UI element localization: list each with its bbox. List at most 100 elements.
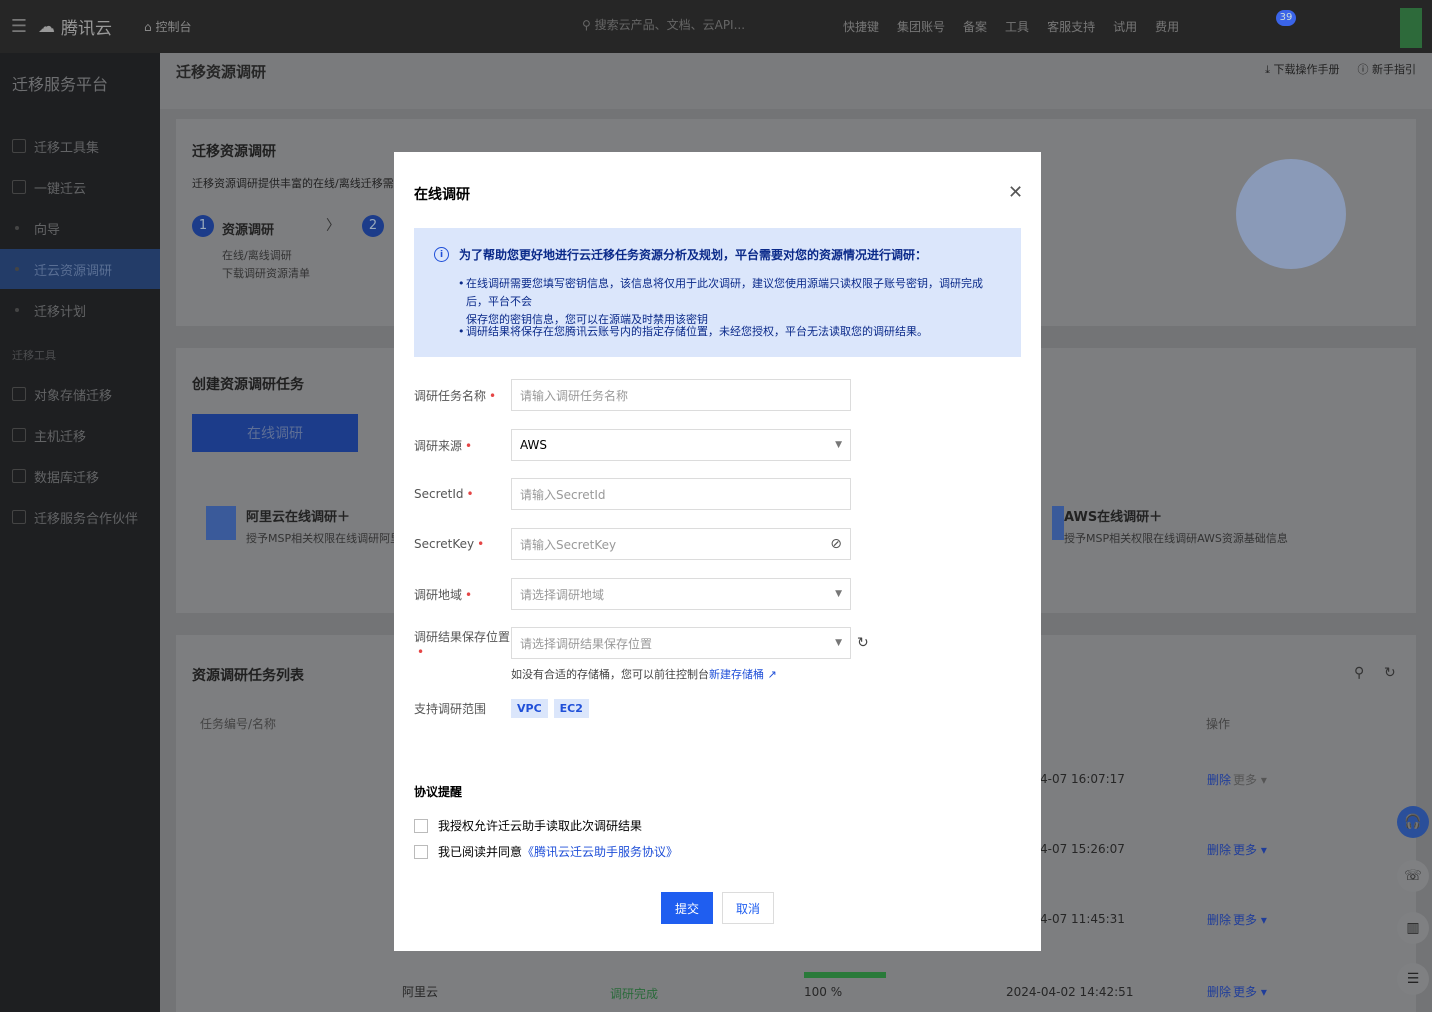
grid-icon — [12, 139, 26, 153]
sidebar-title: 迁移服务平台 — [12, 75, 109, 94]
close-icon[interactable]: ✕ — [1008, 182, 1023, 203]
secret-id-label: SecretId — [414, 487, 464, 501]
sidebar-item-one-click[interactable]: 一键迁云 — [0, 167, 160, 207]
task-name-input[interactable]: 请输入调研任务名称 — [511, 379, 851, 411]
nav-filing[interactable]: 备案 — [963, 18, 987, 35]
service-agreement-link[interactable]: 《腾讯云迁云助手服务协议》 — [522, 843, 678, 860]
secret-id-input[interactable]: 请输入SecretId — [511, 478, 851, 510]
search-icon: ⚲ — [582, 18, 595, 32]
server-icon — [12, 428, 26, 442]
sidebar-item-cos[interactable]: 对象存储迁移 — [0, 374, 160, 414]
row3-more[interactable]: 更多 ▾ — [1233, 911, 1267, 928]
secret-key-label: SecretKey — [414, 537, 475, 551]
notification-badge[interactable]: 39 — [1276, 10, 1296, 26]
intro-title: 迁移资源调研 — [192, 144, 276, 160]
create-bucket-link[interactable]: 新建存储桶 — [709, 668, 764, 681]
intro-desc: 迁移资源调研提供丰富的在线/离线迁移需求调研 — [192, 177, 427, 190]
field-region: 调研地域 • 请选择调研地域 ▼ — [414, 578, 1034, 610]
logo[interactable]: ☁ 腾讯云 — [38, 14, 138, 40]
hamburger-menu-icon[interactable]: ☰ — [0, 0, 38, 53]
field-secret-id: SecretId • 请输入SecretId — [414, 478, 1034, 510]
task-name-label: 调研任务名称 — [414, 388, 487, 403]
row2-delete[interactable]: 删除 — [1207, 841, 1231, 858]
external-link-icon[interactable]: ↗ — [768, 668, 777, 681]
guide-link[interactable]: ⓘ 新手指引 — [1358, 61, 1417, 77]
eye-off-icon[interactable]: ⊘ — [830, 536, 842, 552]
cloud-icon — [12, 180, 26, 194]
row4-delete[interactable]: 删除 — [1207, 983, 1231, 1000]
sidebar-item-tools[interactable]: 迁移工具集 — [0, 126, 160, 166]
aliyun-research-desc: 授予MSP相关权限在线调研阿里云 — [246, 532, 413, 545]
row4-time: 2024-04-02 14:42:51 — [1006, 985, 1134, 999]
sidebar-item-guide[interactable]: 向导 — [0, 208, 160, 248]
notice-heading: 为了帮助您更好地进行云迁移任务资源分析及规划，平台需要对您的资源情况进行调研： — [459, 248, 928, 262]
nav-tools[interactable]: 工具 — [1005, 18, 1029, 35]
nav-group-account[interactable]: 集团账号 — [897, 18, 945, 35]
nav-shortcut[interactable]: 快捷键 — [843, 18, 879, 35]
sidebar-item-plan[interactable]: 迁移计划 — [0, 290, 160, 330]
avatar[interactable] — [1400, 8, 1422, 48]
sidebar-section-label: 迁移工具 — [12, 349, 56, 362]
row3-delete[interactable]: 删除 — [1207, 911, 1231, 928]
refresh-icon[interactable]: ↻ — [857, 635, 869, 651]
agree-terms-checkbox[interactable]: 我已阅读并同意 《腾讯云迁云助手服务协议》 — [414, 843, 678, 860]
field-scope: 支持调研范围 VPC EC2 — [414, 699, 1034, 718]
source-select[interactable]: AWS ▼ — [511, 429, 851, 461]
storage-select[interactable]: 请选择调研结果保存位置 ▼ — [511, 627, 851, 659]
sidebar-item-db[interactable]: 数据库迁移 — [0, 456, 160, 496]
tab-online-research[interactable]: 在线调研 — [192, 414, 358, 452]
agree-authorize-checkbox[interactable]: 我授权允许迁云助手读取此次调研结果 — [414, 817, 642, 834]
console-link[interactable]: ⌂ 控制台 — [144, 18, 191, 35]
step1-title: 资源调研 — [222, 223, 275, 238]
headset-icon[interactable]: 🎧 — [1397, 806, 1429, 838]
row4-source: 阿里云 — [402, 985, 439, 999]
agreement-title: 协议提醒 — [414, 785, 463, 799]
secret-key-input[interactable]: 请输入SecretKey ⊘ — [511, 528, 851, 560]
row4-more[interactable]: 更多 ▾ — [1233, 983, 1267, 1000]
aliyun-research-title[interactable]: 阿里云在线调研＋ — [246, 506, 350, 525]
sidebar-item-partner[interactable]: 迁移服务合作伙伴 — [0, 497, 160, 537]
sidebar-item-host[interactable]: 主机迁移 — [0, 415, 160, 455]
nav-billing[interactable]: 费用 — [1155, 18, 1179, 35]
page-header: 迁移资源调研 ⤓ 下载操作手册 ⓘ 新手指引 — [160, 53, 1432, 109]
refresh-icon[interactable]: ↻ — [1384, 665, 1396, 681]
download-manual-link[interactable]: ⤓ 下载操作手册 — [1265, 61, 1339, 77]
caret-down-icon: ▼ — [835, 589, 842, 599]
submit-button[interactable]: 提交 — [661, 892, 713, 924]
notice-item-2: • 调研结果将保存在您腾讯云账号内的指定存储位置，未经您授权，平台无法读取您的调研… — [458, 325, 928, 338]
region-select[interactable]: 请选择调研地域 ▼ — [511, 578, 851, 610]
checkbox-icon[interactable] — [414, 844, 428, 859]
step1-number: 1 — [192, 215, 214, 237]
sidebar-item-research[interactable]: 迁云资源调研 — [0, 249, 160, 289]
field-storage: 调研结果保存位置• 请选择调研结果保存位置 ▼ ↻ — [414, 627, 1034, 659]
list-icon[interactable]: ☰ — [1397, 963, 1429, 995]
caret-down-icon: ▼ — [835, 638, 842, 648]
database-icon — [12, 469, 26, 483]
cloud-logo-icon: ☁ — [38, 16, 55, 37]
row4-progress: 100 % — [804, 985, 843, 999]
info-icon: i — [434, 247, 449, 262]
page-title: 迁移资源调研 — [176, 63, 267, 81]
nav-support[interactable]: 客服支持 — [1047, 18, 1095, 35]
storage-icon — [12, 387, 26, 401]
row4-status: 调研完成 — [610, 987, 659, 1001]
aws-research-desc: 授予MSP相关权限在线调研AWS资源基础信息 — [1064, 532, 1288, 545]
row1-time: 4-07 16:07:17 — [1040, 772, 1125, 786]
row1-more[interactable]: 更多 ▾ — [1233, 771, 1267, 788]
nav-trial[interactable]: 试用 — [1113, 18, 1137, 35]
row2-more[interactable]: 更多 ▾ — [1233, 841, 1267, 858]
step2-number: 2 — [362, 215, 384, 237]
cancel-button[interactable]: 取消 — [722, 892, 774, 924]
chat-icon[interactable]: ☏ — [1397, 860, 1429, 892]
source-label: 调研来源 — [414, 438, 463, 453]
scope-tag-vpc: VPC — [511, 699, 548, 718]
aws-icon — [1052, 506, 1064, 540]
aws-research-title[interactable]: AWS在线调研＋ — [1064, 506, 1162, 525]
search-icon[interactable]: ⚲ — [1354, 665, 1364, 681]
checkbox-icon[interactable] — [414, 818, 428, 833]
book-icon[interactable]: ▥ — [1397, 912, 1429, 944]
global-search[interactable]: ⚲ 搜索云产品、文档、云API... — [582, 16, 745, 33]
row1-delete[interactable]: 删除 — [1207, 771, 1231, 788]
row3-time: 4-07 11:45:31 — [1040, 912, 1125, 926]
notice-box: i 为了帮助您更好地进行云迁移任务资源分析及规划，平台需要对您的资源情况进行调研：… — [414, 228, 1021, 357]
